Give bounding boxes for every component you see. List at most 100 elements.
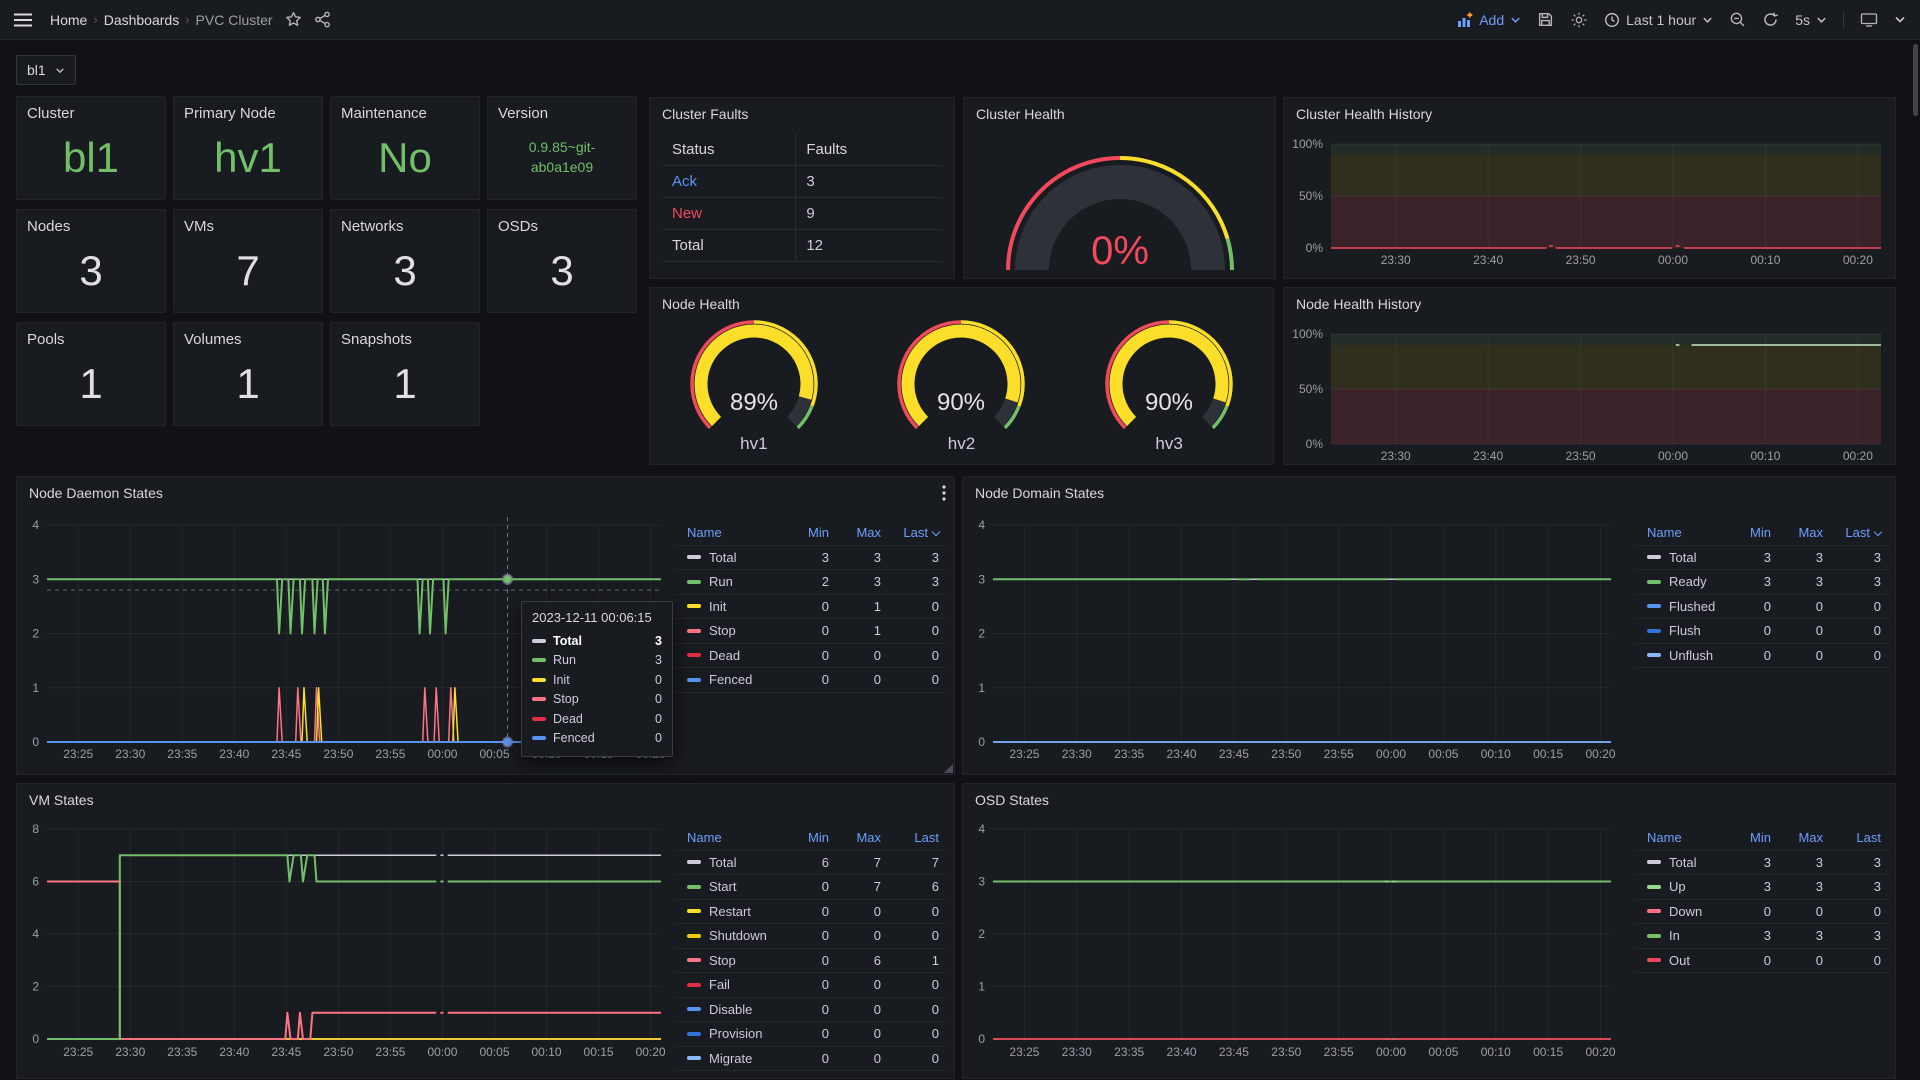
- legend-col-last[interactable]: Last: [1823, 830, 1881, 845]
- zoom-out-icon[interactable]: [1729, 11, 1746, 28]
- stat-title[interactable]: Volumes: [174, 323, 322, 348]
- breadcrumb-item[interactable]: Home: [50, 12, 87, 28]
- legend-series-name[interactable]: Ready: [1647, 574, 1719, 589]
- legend-col-max[interactable]: Max: [1771, 525, 1823, 540]
- breadcrumb-item[interactable]: Dashboards: [104, 12, 180, 28]
- legend-col-max[interactable]: Max: [829, 525, 881, 540]
- panel-title[interactable]: Cluster Health: [964, 98, 1275, 122]
- legend-col-min[interactable]: Min: [1719, 830, 1771, 845]
- panel-title[interactable]: Node Health: [650, 288, 1273, 312]
- legend-series-name[interactable]: Fail: [687, 977, 777, 992]
- legend-min: 0: [777, 672, 829, 687]
- save-dashboard-icon[interactable]: [1537, 11, 1554, 28]
- legend-series-name[interactable]: Run: [687, 574, 777, 589]
- legend-col-max[interactable]: Max: [829, 830, 881, 845]
- menu-icon[interactable]: [14, 13, 32, 27]
- legend-max: 0: [829, 1026, 881, 1041]
- legend-series-name[interactable]: Up: [1647, 879, 1719, 894]
- stat-title[interactable]: Pools: [17, 323, 165, 348]
- legend-series-name[interactable]: Out: [1647, 953, 1719, 968]
- faults-status[interactable]: Total: [662, 230, 795, 262]
- panel-node-health: Node Health 89%hv190%hv290%hv3: [649, 287, 1274, 465]
- legend-series-name[interactable]: Total: [1647, 855, 1719, 870]
- scrollbar-thumb[interactable]: [1913, 44, 1918, 116]
- svg-text:23:40: 23:40: [1167, 1045, 1197, 1059]
- legend-min: 0: [1719, 623, 1771, 638]
- legend-max: 0: [829, 648, 881, 663]
- add-panel-icon: [1457, 12, 1473, 28]
- legend-col-min[interactable]: Min: [777, 525, 829, 540]
- refresh-interval-picker[interactable]: 5s: [1795, 12, 1827, 28]
- legend-col-max[interactable]: Max: [1771, 830, 1823, 845]
- breadcrumb-item[interactable]: PVC Cluster: [196, 12, 273, 28]
- stat-title[interactable]: Version: [488, 97, 636, 122]
- legend-series-name[interactable]: Stop: [687, 623, 777, 638]
- star-icon[interactable]: [285, 11, 302, 28]
- legend-col-last[interactable]: Last: [1823, 525, 1881, 540]
- add-panel-button[interactable]: Add: [1457, 12, 1521, 28]
- legend-col-name[interactable]: Name: [687, 830, 777, 845]
- legend-series-name[interactable]: Dead: [687, 648, 777, 663]
- legend-max: 0: [829, 904, 881, 919]
- tv-mode-icon[interactable]: [1860, 12, 1878, 28]
- stat-title[interactable]: Networks: [331, 210, 479, 235]
- panel-title[interactable]: Cluster Faults: [650, 98, 954, 122]
- legend-max: 0: [829, 977, 881, 992]
- legend-series-name[interactable]: Restart: [687, 904, 777, 919]
- legend-last: 0: [1823, 648, 1881, 663]
- faults-status[interactable]: New: [662, 198, 795, 230]
- legend-series-name[interactable]: Migrate: [687, 1051, 777, 1066]
- legend-series-name[interactable]: Shutdown: [687, 928, 777, 943]
- nav-collapse-chevron-icon[interactable]: [1894, 15, 1906, 24]
- stat-title[interactable]: VMs: [174, 210, 322, 235]
- legend-series-name[interactable]: Start: [687, 879, 777, 894]
- legend-series-name[interactable]: Stop: [687, 953, 777, 968]
- legend-col-name[interactable]: Name: [1647, 525, 1719, 540]
- tooltip-row: Stop0: [532, 690, 662, 710]
- legend-col-min[interactable]: Min: [1719, 525, 1771, 540]
- legend-col-last[interactable]: Last: [881, 525, 939, 540]
- legend-col-name[interactable]: Name: [687, 525, 777, 540]
- dashboard-settings-icon[interactable]: [1570, 11, 1588, 29]
- svg-text:00:00: 00:00: [1376, 747, 1406, 761]
- svg-text:00:20: 00:20: [1586, 747, 1616, 761]
- refresh-icon[interactable]: [1762, 11, 1779, 28]
- cluster-health-history-svg: 0%50%100%23:3023:4023:5000:0000:1000:20: [1284, 98, 1895, 278]
- stat-title[interactable]: Maintenance: [331, 97, 479, 122]
- cluster-faults-table: Status Faults Ack3New9Total12: [662, 134, 942, 262]
- legend-series-name[interactable]: Provision: [687, 1026, 777, 1041]
- panel-resize-handle[interactable]: [944, 764, 953, 773]
- legend-col-last[interactable]: Last: [881, 830, 939, 845]
- stat-title[interactable]: OSDs: [488, 210, 636, 235]
- legend-series-name[interactable]: Total: [687, 855, 777, 870]
- faults-col-status[interactable]: Status: [662, 134, 795, 166]
- stat-title[interactable]: Snapshots: [331, 323, 479, 348]
- svg-text:100%: 100%: [1292, 327, 1323, 341]
- legend-series-name[interactable]: In: [1647, 928, 1719, 943]
- svg-text:4: 4: [32, 518, 39, 532]
- faults-col-faults[interactable]: Faults: [795, 134, 942, 166]
- nav-divider: [1843, 11, 1844, 29]
- legend-row: Out000: [1635, 949, 1889, 974]
- legend-col-min[interactable]: Min: [777, 830, 829, 845]
- series-color-swatch: [687, 555, 701, 559]
- legend-series-name[interactable]: Fenced: [687, 672, 777, 687]
- stat-title[interactable]: Cluster: [17, 97, 165, 122]
- legend-series-name[interactable]: Init: [687, 599, 777, 614]
- legend-col-name[interactable]: Name: [1647, 830, 1719, 845]
- variable-dropdown-cluster[interactable]: bl1: [16, 55, 76, 85]
- time-range-picker[interactable]: Last 1 hour: [1604, 12, 1713, 28]
- stat-title[interactable]: Primary Node: [174, 97, 322, 122]
- legend-series-name[interactable]: Disable: [687, 1002, 777, 1017]
- legend-min: 0: [777, 1051, 829, 1066]
- legend-series-name[interactable]: Flush: [1647, 623, 1719, 638]
- faults-status[interactable]: Ack: [662, 166, 795, 198]
- share-icon[interactable]: [314, 11, 331, 28]
- legend-series-name[interactable]: Flushed: [1647, 599, 1719, 614]
- chevron-down-icon: [1816, 16, 1827, 24]
- legend-series-name[interactable]: Unflush: [1647, 648, 1719, 663]
- legend-series-name[interactable]: Total: [1647, 550, 1719, 565]
- legend-series-name[interactable]: Total: [687, 550, 777, 565]
- stat-title[interactable]: Nodes: [17, 210, 165, 235]
- legend-series-name[interactable]: Down: [1647, 904, 1719, 919]
